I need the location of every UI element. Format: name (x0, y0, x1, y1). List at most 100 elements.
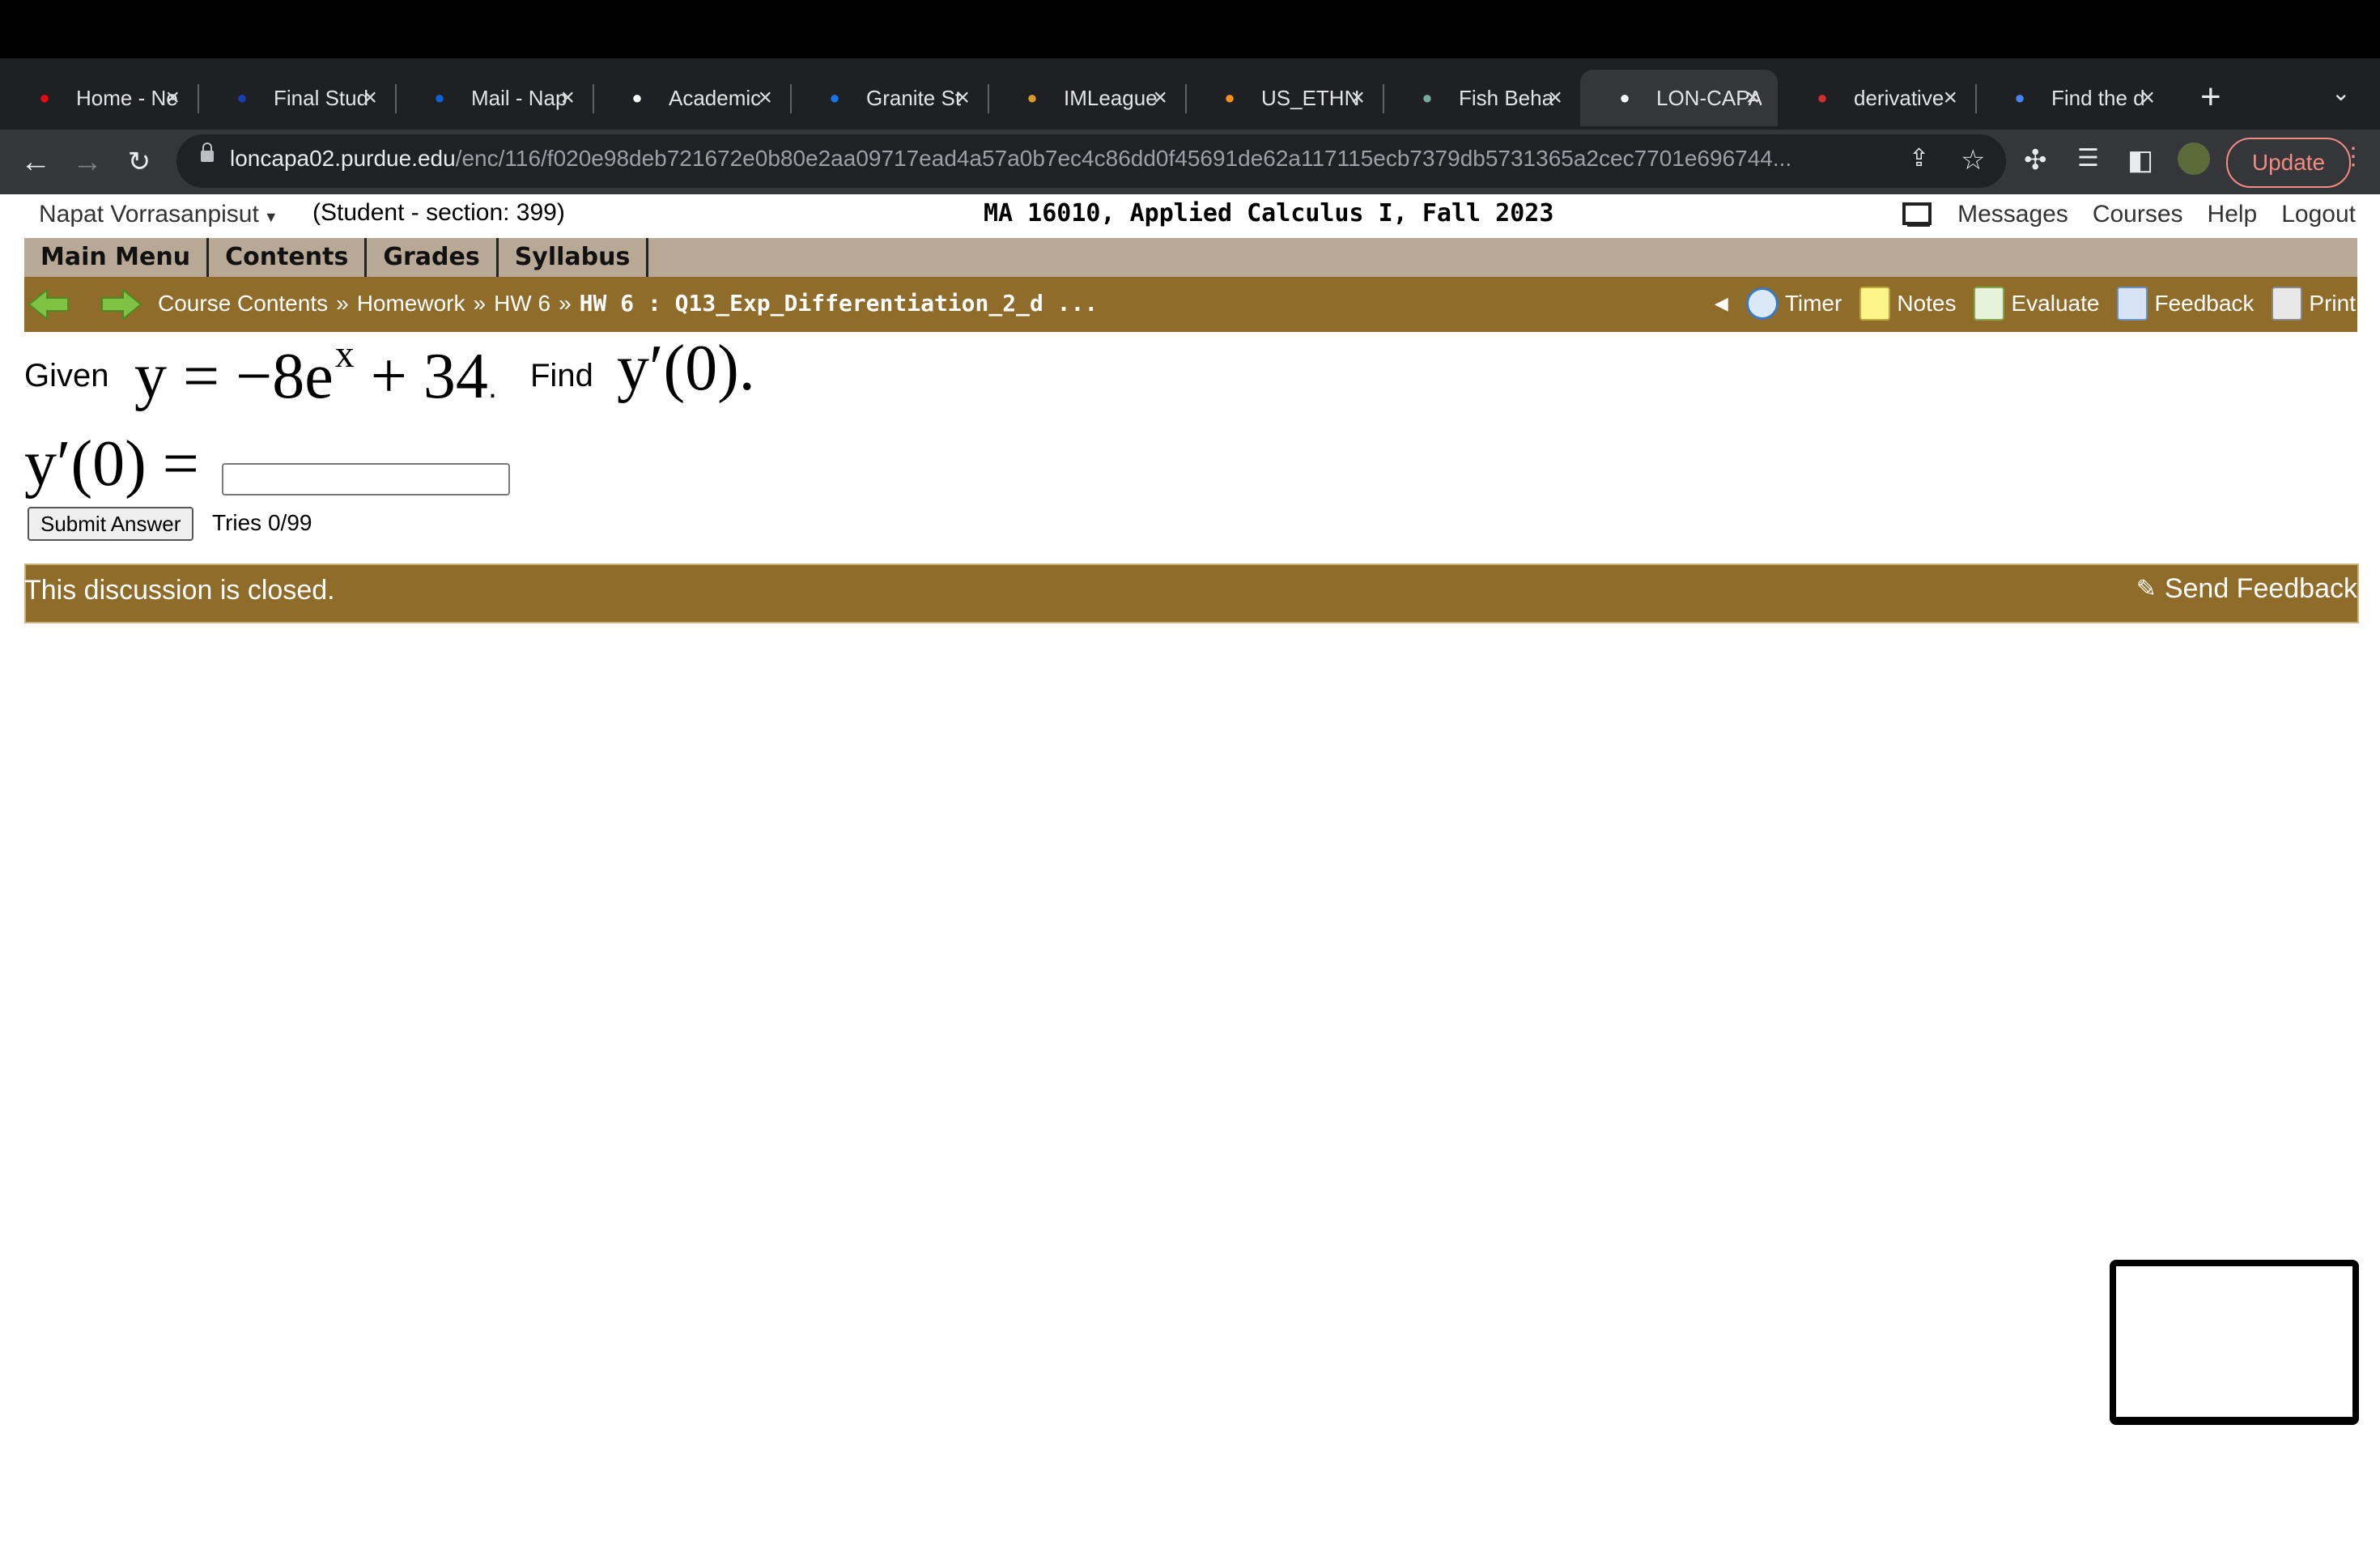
back-arrow-icon[interactable]: ← (11, 138, 60, 186)
browser-tab[interactable]: ● Granite St × (790, 70, 988, 126)
outlook-icon: ● (434, 87, 445, 108)
browser-tab[interactable]: ● Final Stud × (198, 70, 395, 126)
given-label: Given (24, 358, 109, 393)
notes-icon (1859, 287, 1891, 321)
extensions-puzzle-icon[interactable]: ✣ (2024, 144, 2047, 176)
close-tab-icon[interactable]: × (363, 84, 377, 112)
breadcrumb-homework[interactable]: Homework (357, 291, 465, 316)
answer-input[interactable] (222, 463, 510, 495)
screenshot-thumbnail-preview[interactable] (2110, 1260, 2359, 1425)
close-tab-icon[interactable]: × (1745, 84, 1760, 112)
browser-tab[interactable]: ● US_ETHN × (1185, 70, 1383, 126)
lock-icon[interactable] (201, 142, 214, 162)
browser-tab[interactable]: ● Find the d × (1975, 70, 2173, 126)
url-path: /enc/116/f020e98deb721672e0b80e2aa09717e… (455, 146, 1792, 171)
caret-down-icon: ▼ (263, 209, 278, 225)
breadcrumb-separator: » (473, 291, 487, 316)
send-feedback-link[interactable]: ✎ Send Feedback (2136, 573, 2357, 605)
menu-contents[interactable]: Contents (209, 238, 368, 277)
breadcrumb-hw6[interactable]: HW 6 (494, 291, 550, 316)
submit-answer-button[interactable]: Submit Answer (28, 507, 194, 541)
browser-tab[interactable]: ● derivative × (1778, 70, 1975, 126)
star-icon: ● (236, 87, 248, 108)
tab-separator (1975, 84, 1977, 113)
close-tab-icon[interactable]: × (1153, 84, 1167, 112)
breadcrumb-separator: » (336, 291, 349, 316)
close-tab-icon[interactable]: × (1548, 84, 1562, 112)
feedback-tool[interactable]: Feedback (2117, 287, 2254, 321)
courses-link[interactable]: Courses (2093, 201, 2183, 228)
reload-icon[interactable]: ↻ (115, 138, 164, 186)
browser-menu-icon[interactable]: ⋮ (2341, 142, 2365, 171)
openai-icon: ● (1422, 87, 1433, 108)
browser-tab[interactable]: ● IMLeague × (988, 70, 1185, 126)
breadcrumb-separator: » (559, 291, 572, 316)
evaluate-label: Evaluate (2011, 291, 2100, 316)
monitor-icon[interactable] (1902, 202, 1933, 227)
discussion-status: This discussion is closed. (24, 575, 335, 606)
tab-search-chevron-icon[interactable]: ⌄ (2331, 79, 2350, 106)
breadcrumb: Course Contents » Homework » HW 6 » HW 6 : Q13… (158, 290, 1098, 317)
find-expression: y′(0). (617, 333, 755, 404)
previous-arrow-icon[interactable] (28, 288, 70, 321)
print-label: Print (2309, 291, 2356, 316)
notes-tool[interactable]: Notes (1859, 287, 1956, 321)
equation-exponent: x (334, 333, 355, 376)
loncapa-icon: ● (1619, 87, 1630, 108)
browser-tab[interactable]: ● Academic × (593, 70, 790, 126)
share-icon[interactable]: ⇪ (1909, 144, 1929, 172)
logout-link[interactable]: Logout (2281, 201, 2356, 228)
address-url[interactable]: loncapa02.purdue.edu/enc/116/f020e98deb7… (230, 146, 1898, 172)
forward-arrow-icon[interactable]: → (63, 138, 112, 186)
messages-link[interactable]: Messages (1957, 201, 2068, 228)
user-name-dropdown[interactable]: Napat Vorrasanpisut ▼ (39, 201, 278, 228)
print-tool[interactable]: Print (2272, 287, 2356, 321)
browser-tab[interactable]: ● Mail - Nap × (395, 70, 593, 126)
close-tab-icon[interactable]: × (1350, 84, 1365, 112)
side-panel-icon[interactable]: ◧ (2127, 144, 2153, 176)
thumbnail-screen (2116, 1266, 2352, 1417)
bitcoin-icon: ● (1224, 87, 1235, 108)
netflix-icon: ● (39, 87, 50, 108)
feedback-label: Feedback (2154, 291, 2255, 316)
page-tools: ◀ Timer Notes Evaluate Feedback Print (1715, 287, 2356, 321)
main-menu-bar: Main Menu Contents Grades Syllabus (24, 238, 2357, 277)
media-queue-icon[interactable]: ☰ (2077, 144, 2099, 172)
equation-period: . (487, 369, 497, 405)
close-tab-icon[interactable]: × (758, 84, 772, 112)
stopwatch-icon (1745, 287, 1779, 320)
close-tab-icon[interactable]: × (1943, 84, 1957, 112)
browser-tab[interactable]: ● Fish Beha × (1383, 70, 1580, 126)
profile-avatar[interactable] (2178, 142, 2210, 175)
pencil-note-icon: ✎ (2136, 576, 2157, 602)
close-tab-icon[interactable]: × (2140, 84, 2155, 112)
close-tab-icon[interactable]: × (560, 84, 575, 112)
browser-tab[interactable]: ● LON-CAPA × (1580, 70, 1778, 126)
granite-icon: ● (829, 87, 840, 108)
menu-main-menu[interactable]: Main Menu (24, 238, 210, 277)
browser-tab[interactable]: ● Home - Ne × (0, 70, 198, 126)
bookmark-star-icon[interactable]: ☆ (1961, 144, 1985, 176)
imleagues-icon: ● (1026, 87, 1038, 108)
evaluate-tool[interactable]: Evaluate (1974, 287, 2099, 321)
tab-separator (198, 84, 199, 113)
evaluate-icon (1974, 287, 2005, 321)
screen-top-bezel (0, 0, 2380, 58)
user-header: Napat Vorrasanpisut ▼ (Student - section:… (24, 194, 2356, 236)
new-tab-button[interactable]: + (2200, 74, 2221, 120)
update-button[interactable]: Update (2226, 138, 2351, 188)
breadcrumb-course-contents[interactable]: Course Contents (158, 291, 328, 316)
user-name: Napat Vorrasanpisut (39, 201, 259, 228)
symbolab-icon: ● (1817, 87, 1828, 108)
help-link[interactable]: Help (2208, 201, 2258, 228)
breadcrumb-current: HW 6 : Q13_Exp_Differentiation_2_d ... (579, 290, 1099, 317)
send-feedback-label: Send Feedback (2164, 573, 2357, 604)
menu-syllabus[interactable]: Syllabus (499, 238, 649, 277)
collapse-left-icon[interactable]: ◀ (1715, 293, 1728, 314)
close-tab-icon[interactable]: × (165, 84, 180, 112)
next-arrow-icon[interactable] (100, 288, 142, 321)
timer-tool[interactable]: Timer (1745, 287, 1842, 320)
menu-grades[interactable]: Grades (367, 238, 499, 277)
top-links: Messages Courses Help Logout (1902, 201, 2356, 228)
close-tab-icon[interactable]: × (955, 84, 970, 112)
